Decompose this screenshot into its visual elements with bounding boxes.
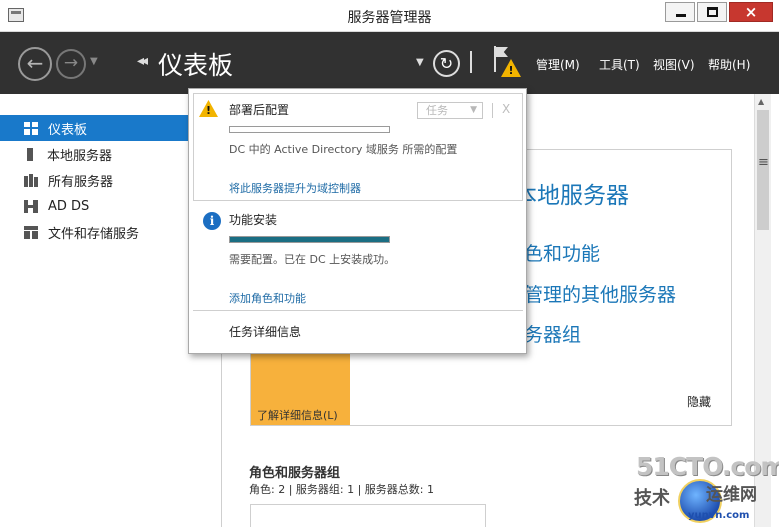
file-storage-icon	[24, 225, 38, 239]
flag-icon	[494, 46, 496, 72]
ad-ds-icon	[24, 199, 38, 213]
back-arrow-icon: ←	[26, 51, 44, 75]
window-title: 服务器管理器	[347, 10, 432, 26]
app-header: ← → ▼ ◂◂ 仪表板 ▼ ↻ ! 管理(M) 工具(T) 视图(V) 帮助(…	[0, 32, 779, 94]
watermark-brand: 51CTO.com	[636, 452, 779, 481]
dashboard-icon	[24, 121, 38, 135]
sidebar-item-local-server[interactable]: 本地服务器	[0, 141, 188, 167]
menu-view[interactable]: 视图(V)	[653, 56, 695, 73]
notifications-flag-button[interactable]: !	[492, 46, 522, 78]
roles-section-title: 角色和服务器组	[249, 466, 341, 481]
minimize-icon	[676, 14, 686, 17]
warning-icon: !	[501, 59, 521, 77]
menu-manage[interactable]: 管理(M)	[536, 56, 580, 73]
sidebar-item-label: 文件和存储服务	[48, 226, 140, 242]
sidebar-item-all-servers[interactable]: 所有服务器	[0, 167, 188, 193]
page-title: 仪表板	[158, 51, 234, 80]
roles-summary: 角色: 2 | 服务器组: 1 | 服务器总数: 1	[249, 483, 435, 496]
sidebar-item-label: 仪表板	[48, 122, 88, 138]
title-bar: 服务器管理器 ×	[0, 0, 779, 32]
notifications-panel: ! 部署后配置 任务 ▼ X DC 中的 Active Directory 域服…	[188, 88, 527, 354]
feature-progress-bar	[229, 236, 390, 243]
hide-link[interactable]: 隐藏	[687, 393, 711, 410]
flag-cloth	[496, 47, 508, 57]
header-divider	[470, 51, 472, 73]
notification-divider	[492, 103, 493, 118]
servers-icon	[24, 173, 38, 187]
sidebar-item-label: AD DS	[48, 198, 90, 214]
breadcrumb-arrow-icon: ◂◂	[137, 53, 148, 69]
history-dropdown-icon[interactable]: ▼	[90, 56, 98, 67]
watermark-text-b: 运维网	[706, 485, 757, 505]
minimize-button[interactable]	[665, 2, 695, 22]
task-details-link[interactable]: 任务详细信息	[229, 323, 301, 340]
close-icon: ×	[744, 3, 758, 21]
add-roles-features-notification-link[interactable]: 添加角色和功能	[229, 290, 306, 306]
chevron-down-icon: ▼	[470, 105, 477, 115]
watermark-text-a: 技术	[634, 488, 670, 509]
forward-arrow-icon: →	[63, 53, 79, 73]
feature-install-title: 功能安装	[229, 213, 278, 227]
maximize-button[interactable]	[697, 2, 727, 22]
task-dropdown-label: 任务	[426, 104, 448, 117]
create-server-group-link[interactable]: 务器组	[524, 320, 581, 347]
promote-domain-controller-link[interactable]: 将此服务器提升为域控制器	[229, 180, 361, 196]
server-icon	[27, 147, 33, 161]
deploy-description: DC 中的 Active Directory 域服务 所需的配置	[229, 143, 458, 156]
close-window-button[interactable]: ×	[729, 2, 773, 22]
grip-icon[interactable]: ≡	[758, 156, 769, 169]
deploy-notification-title: 部署后配置	[229, 103, 290, 117]
role-tile[interactable]	[250, 504, 486, 527]
scroll-thumb[interactable]	[757, 110, 769, 230]
maximize-icon	[707, 7, 718, 17]
feature-install-description: 需要配置。已在 DC 上安装成功。	[229, 253, 396, 266]
menu-help[interactable]: 帮助(H)	[708, 56, 750, 73]
back-button[interactable]: ←	[18, 47, 52, 81]
quick-start-tile: 了解详细信息(L)	[251, 347, 350, 425]
notification-separator	[193, 310, 523, 311]
task-dropdown[interactable]: 任务 ▼	[417, 102, 483, 119]
sidebar-item-ad-ds[interactable]: AD DS	[0, 193, 188, 219]
dismiss-notification-button[interactable]: X	[502, 102, 510, 116]
refresh-icon: ↻	[439, 54, 454, 73]
window-controls: ×	[665, 2, 773, 22]
sidebar-item-file-storage[interactable]: 文件和存储服务	[0, 219, 188, 245]
watermark-url: yunvn.com	[688, 510, 750, 521]
learn-more-link[interactable]: 了解详细信息(L)	[257, 407, 338, 423]
scroll-up-icon[interactable]: ▲	[758, 97, 764, 106]
feature-progress-fill	[230, 237, 389, 242]
configure-local-server-link[interactable]: 本地服务器	[514, 176, 629, 210]
menu-tools[interactable]: 工具(T)	[599, 56, 640, 73]
deploy-progress-bar	[229, 126, 390, 133]
refresh-button[interactable]: ↻	[433, 50, 460, 77]
add-roles-features-link[interactable]: 色和功能	[524, 239, 600, 266]
sidebar-item-label: 本地服务器	[47, 148, 113, 164]
info-icon: i	[203, 212, 221, 230]
forward-button[interactable]: →	[56, 49, 86, 79]
sidebar-item-label: 所有服务器	[48, 174, 114, 190]
sidebar-item-dashboard[interactable]: 仪表板	[0, 115, 188, 141]
breadcrumb-dropdown-icon[interactable]: ▼	[416, 57, 424, 68]
add-other-servers-link[interactable]: 管理的其他服务器	[524, 280, 676, 307]
watermark-logo: 51CTO.com 技术 运维网 yunvn.com	[624, 452, 779, 524]
